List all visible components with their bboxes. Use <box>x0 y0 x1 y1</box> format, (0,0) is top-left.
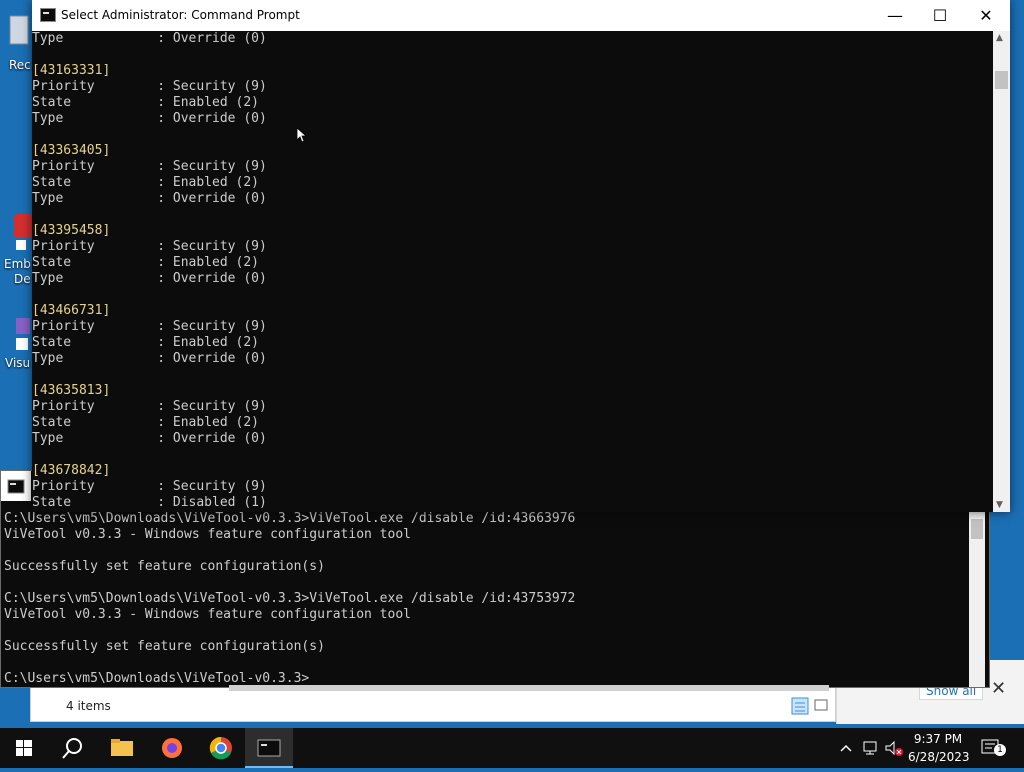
app-shortcut-label-2: De <box>14 272 31 286</box>
clock-time: 9:37 PM <box>913 732 963 746</box>
back-console-horizontal-scrollbar[interactable] <box>229 685 829 691</box>
console-line: State : Enabled (2) <box>32 95 259 110</box>
feature-id-line: [43363405] <box>32 143 111 158</box>
firefox-taskbar-button[interactable] <box>148 728 196 768</box>
console-line: Type : Override (0) <box>32 31 267 46</box>
back-console-scrollbar[interactable] <box>969 511 985 687</box>
console-line: Type : Override (0) <box>32 191 267 206</box>
cmd-icon <box>40 8 56 22</box>
console-line: State : Enabled (2) <box>32 415 259 430</box>
console-line: Priority : Security (9) <box>32 319 267 334</box>
visual-studio-label: Visu <box>5 356 31 370</box>
windows-logo-icon <box>16 740 32 756</box>
chevron-up-icon[interactable] <box>838 740 854 756</box>
console-line: Priority : Security (9) <box>32 159 267 174</box>
window-title: Select Administrator: Command Prompt <box>61 8 300 22</box>
network-icon[interactable] <box>862 739 880 757</box>
scroll-down-icon[interactable]: ▼ <box>996 500 1003 510</box>
console-line: State : Enabled (2) <box>32 255 259 270</box>
details-view-icon[interactable] <box>791 697 809 715</box>
console-line: Type : Override (0) <box>32 111 267 126</box>
console-line: Type : Override (0) <box>32 351 267 366</box>
search-icon <box>62 738 82 759</box>
close-button[interactable]: ✕ <box>963 0 1009 31</box>
explorer-status-bar: 4 items <box>31 693 835 721</box>
action-center-button[interactable]: 1 <box>980 738 1006 758</box>
volume-muted-icon[interactable] <box>884 739 904 757</box>
minimize-button[interactable]: — <box>872 0 918 31</box>
large-icons-view-icon[interactable] <box>813 697 829 713</box>
feature-id-line: [43163331] <box>32 63 111 78</box>
console-line: Type : Override (0) <box>32 271 267 286</box>
clock-date: 6/28/2023 <box>908 750 970 764</box>
search-button[interactable] <box>48 728 96 768</box>
console-line: Priority : Security (9) <box>32 399 267 414</box>
notification-count: 1 <box>994 744 1006 756</box>
file-explorer-taskbar-button[interactable] <box>98 728 146 768</box>
feature-id-line: [43678842] <box>32 463 111 478</box>
feature-id-line: [43635813] <box>32 383 111 398</box>
scroll-up-icon[interactable]: ▲ <box>996 33 1003 43</box>
feature-id-line: [43395458] <box>32 223 111 238</box>
item-count: 4 items <box>66 699 111 713</box>
console-output[interactable]: Type : Override (0) [43163331] Priority : … <box>32 31 992 512</box>
cmd-icon <box>7 479 25 494</box>
mouse-cursor-icon <box>297 128 307 142</box>
taskbar: 9:37 PM 6/28/2023 1 <box>0 728 1024 768</box>
close-icon[interactable]: ✕ <box>991 678 1006 699</box>
console-scrollbar[interactable]: ▲ ▼ <box>993 31 1010 512</box>
recycle-bin-label: Rec <box>9 58 31 72</box>
scrollbar-thumb[interactable] <box>995 71 1008 89</box>
window-titlebar[interactable]: Select Administrator: Command Prompt — ☐… <box>32 0 1010 31</box>
back-console-titlebar[interactable] <box>1 471 31 501</box>
start-button[interactable] <box>0 728 48 768</box>
console-line: Type : Override (0) <box>32 431 267 446</box>
console-line: Priority : Security (9) <box>32 479 267 494</box>
back-console-output: C:\Users\vm5\Downloads\ViVeTool-v0.3.3>V… <box>4 511 576 686</box>
console-line: State : Enabled (2) <box>32 175 259 190</box>
command-prompt-window[interactable]: Select Administrator: Command Prompt — ☐… <box>32 0 1010 512</box>
clock[interactable]: 9:37 PM 6/28/2023 <box>908 730 970 766</box>
chrome-icon <box>209 736 232 760</box>
app-shortcut-label-1: Emb <box>4 257 31 271</box>
cmd-icon <box>257 739 281 757</box>
console-line: State : Disabled (1) <box>32 495 267 510</box>
firefox-icon <box>162 738 182 758</box>
console-line: State : Enabled (2) <box>32 335 259 350</box>
feature-id-line: [43466731] <box>32 303 111 318</box>
maximize-button[interactable]: ☐ <box>917 0 963 31</box>
command-prompt-taskbar-button[interactable] <box>245 728 293 768</box>
folder-icon <box>111 739 133 756</box>
chrome-taskbar-button[interactable] <box>197 728 245 768</box>
console-line: Priority : Security (9) <box>32 239 267 254</box>
console-line: Priority : Security (9) <box>32 79 267 94</box>
